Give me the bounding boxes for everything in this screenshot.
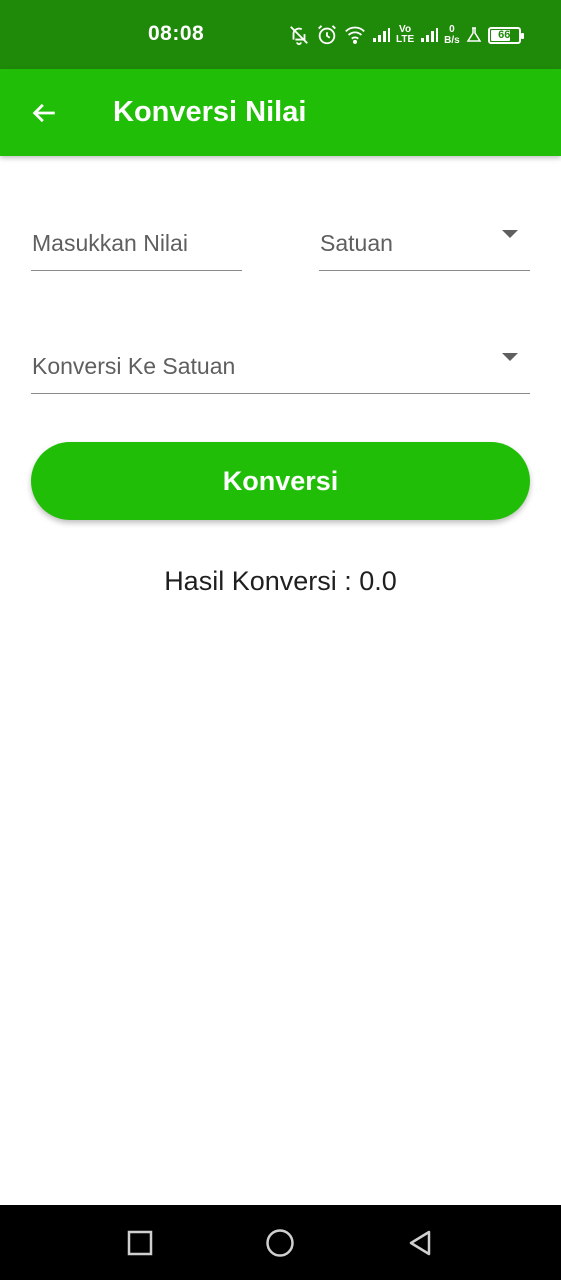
unit-from-placeholder: Satuan [320,230,393,256]
status-icons: Vo LTE 0 B/s 66 [288,18,524,52]
signal-icon [420,27,439,43]
value-input-placeholder: Masukkan Nilai [32,230,188,256]
volte-bottom: LTE [396,34,415,45]
unit-to-placeholder: Konversi Ke Satuan [32,353,236,379]
value-input[interactable]: Masukkan Nilai [31,210,242,271]
circle-icon [266,1229,294,1257]
net-speed-unit: B/s [444,35,460,46]
chevron-down-icon [502,230,518,238]
back-button[interactable] [24,93,64,133]
page-title: Konversi Nilai [113,96,307,128]
arrow-left-icon [32,103,55,123]
signal-icon [372,27,390,43]
back-nav-button[interactable] [402,1225,438,1261]
volte-icon: Vo LTE [396,25,414,45]
unit-from-dropdown[interactable]: Satuan [319,210,530,271]
bell-off-icon [288,24,310,46]
unit-to-dropdown[interactable]: Konversi Ke Satuan [31,333,530,394]
battery-level: 66 [498,29,511,41]
battery-icon: 66 [487,26,524,44]
chevron-down-icon [502,353,518,361]
flask-icon [466,27,482,43]
net-speed-value: 0 [449,24,455,35]
recents-button[interactable] [122,1225,158,1261]
net-speed: 0 B/s [444,24,460,46]
result-text: Hasil Konversi : 0.0 [164,566,397,596]
status-bar: 08:08 Vo LTE 0 B/s 66 [0,0,561,69]
wifi-icon [344,25,366,45]
status-time: 08:08 [148,22,205,45]
app-bar: Konversi Nilai [0,69,561,156]
triangle-back-icon [409,1230,431,1256]
convert-button[interactable]: Konversi [31,442,530,520]
square-icon [127,1230,153,1256]
navigation-bar [0,1205,561,1280]
alarm-icon [316,24,338,46]
home-button[interactable] [262,1225,298,1261]
